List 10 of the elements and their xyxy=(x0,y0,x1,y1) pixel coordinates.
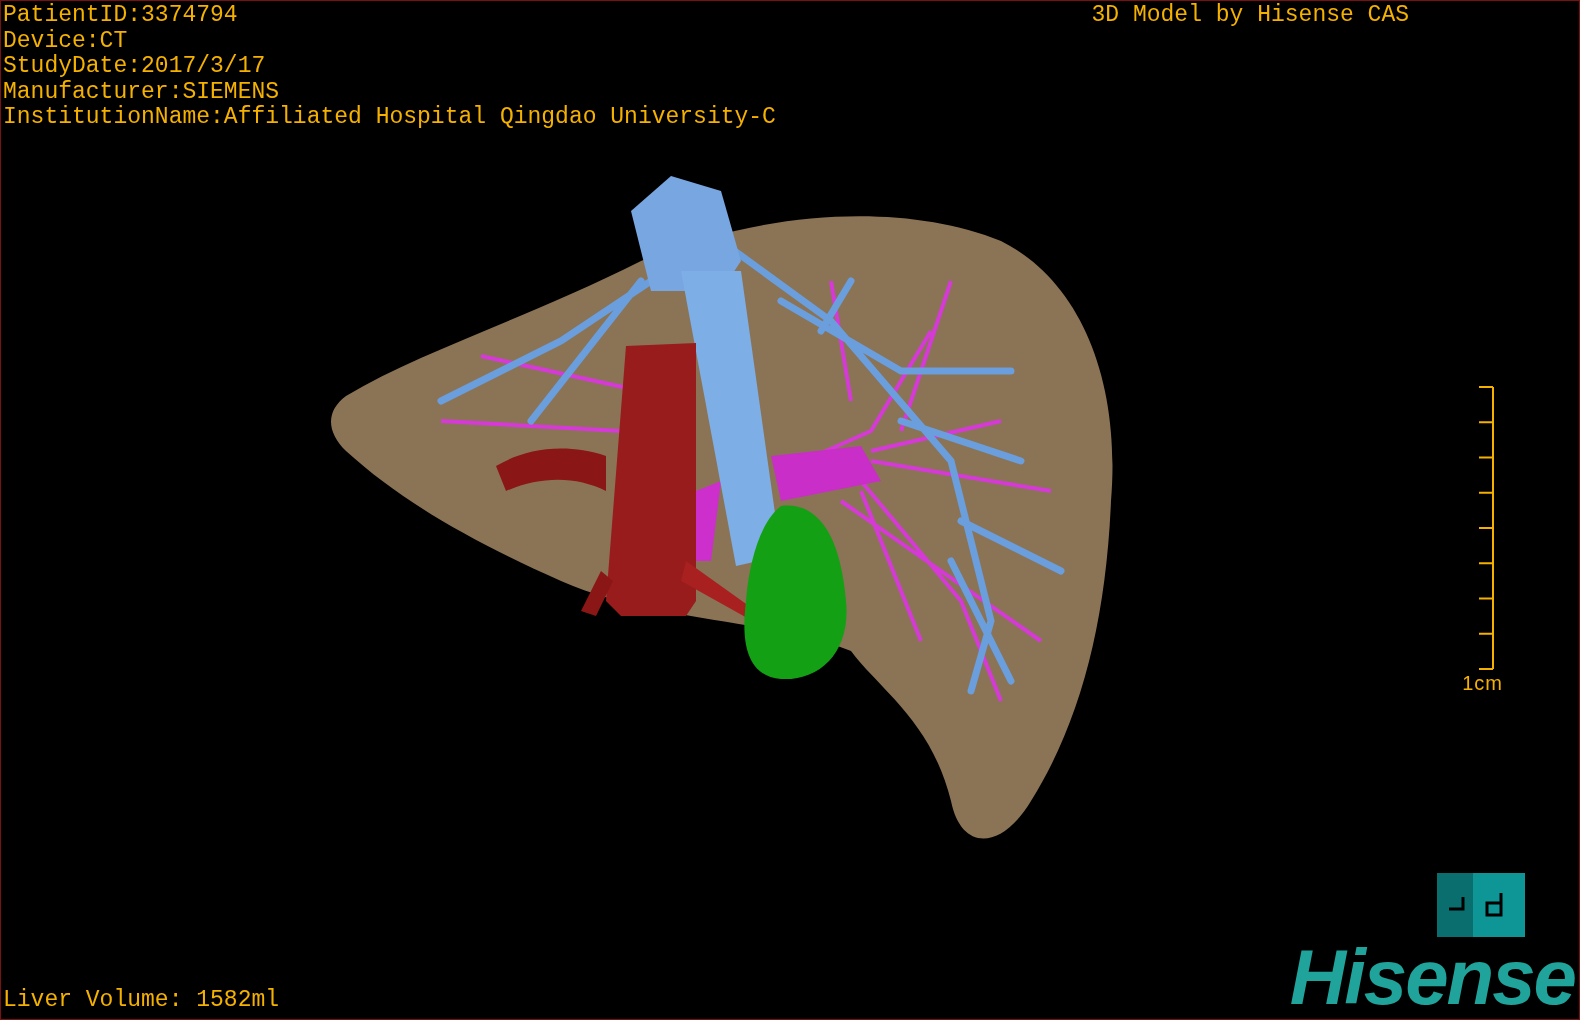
layout-toggle-icon[interactable] xyxy=(1437,873,1525,937)
patient-info-text: PatientID:3374794 xyxy=(3,3,239,29)
patient-info-text: Manufacturer:SIEMENS xyxy=(3,79,281,105)
viewer-title: 3D Model by Hisense CAS xyxy=(1091,3,1409,30)
patient-info-text: StudyDate:2017/3/17 xyxy=(3,54,267,80)
patient-info-text: Device:CT xyxy=(3,28,129,54)
patient-info-text: InstitutionName:Affiliated Hospital Qingdao University-C xyxy=(3,105,776,131)
brand-logo: Hisense xyxy=(1289,941,1576,1013)
scale-label: 1cm xyxy=(1462,671,1503,695)
liver-volume-text: Liver Volume: 1582ml xyxy=(3,987,280,1013)
